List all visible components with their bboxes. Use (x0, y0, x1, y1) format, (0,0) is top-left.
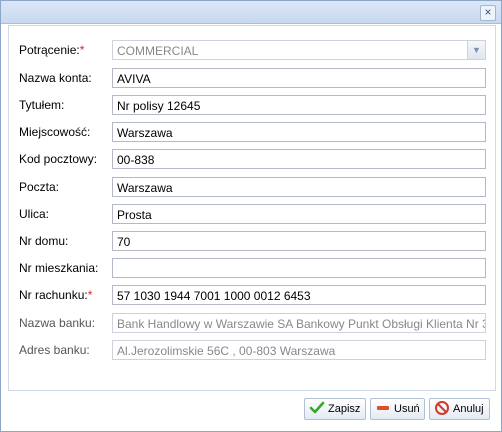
nazwa-banku-input: Bank Handlowy w Warszawie SA Bankowy Pun… (112, 313, 486, 333)
field-label: Nr rachunku:* (19, 288, 93, 302)
save-button[interactable]: Zapisz (304, 398, 366, 420)
form-row-poczta: Poczta: Warszawa (9, 177, 495, 199)
field-label: Nr mieszkania: (19, 261, 99, 275)
field-label: Potrącenie:* (19, 43, 85, 57)
nr-domu-input[interactable]: 70 (112, 231, 486, 251)
select-value: COMMERCIAL (117, 44, 199, 58)
form-row-potracenie: Potrącenie:* COMMERCIAL ▼ (9, 40, 495, 62)
form-row-adres-banku: Adres banku: Al.Jerozolimskie 56C , 00-8… (9, 340, 495, 362)
nr-rachunku-input[interactable]: 57 1030 1944 7001 1000 0012 6453 (112, 285, 486, 305)
form-row-nr-domu: Nr domu: 70 (9, 231, 495, 253)
form-row-kod-pocztowy: Kod pocztowy: 00-838 (9, 149, 495, 171)
dialog-footer: Zapisz Usuń Anuluj (8, 392, 494, 428)
field-label: Ulica: (19, 207, 50, 221)
cancel-icon (435, 401, 449, 416)
save-label: Zapisz (328, 403, 361, 415)
required-marker: * (79, 43, 85, 57)
field-label: Nazwa banku: (19, 316, 96, 330)
poczta-input[interactable]: Warszawa (112, 177, 486, 197)
form-row-nazwa-banku: Nazwa banku: Bank Handlowy w Warszawie S… (9, 313, 495, 335)
nazwa-konta-input[interactable]: AVIVA (112, 68, 486, 88)
form-row-ulica: Ulica: Prosta (9, 204, 495, 226)
minus-icon (377, 406, 389, 411)
nr-mieszkania-input[interactable] (112, 258, 486, 278)
ulica-input[interactable]: Prosta (112, 204, 486, 224)
adres-banku-input: Al.Jerozolimskie 56C , 00-803 Warszawa (112, 340, 486, 360)
field-label: Nr domu: (19, 234, 69, 248)
field-label: Nazwa konta: (19, 71, 92, 85)
cancel-button[interactable]: Anuluj (429, 398, 490, 420)
form-row-nr-mieszkania: Nr mieszkania: (9, 258, 495, 280)
cancel-label: Anuluj (453, 403, 484, 415)
chevron-down-icon[interactable]: ▼ (467, 41, 485, 59)
field-label: Miejscowość: (19, 125, 91, 139)
field-label: Adres banku: (19, 343, 90, 357)
potracenie-select[interactable]: COMMERCIAL ▼ (112, 40, 486, 60)
delete-label: Usuń (394, 403, 420, 415)
form-row-nazwa-konta: Nazwa konta: AVIVA (9, 68, 495, 90)
delete-button[interactable]: Usuń (370, 398, 425, 420)
check-icon (309, 401, 325, 414)
dialog-window: × Potrącenie:* COMMERCIAL ▼ Nazwa konta:… (0, 0, 502, 432)
required-marker: * (87, 288, 93, 302)
tytulem-input[interactable]: Nr polisy 12645 (112, 95, 486, 115)
form-row-tytulem: Tytułem: Nr polisy 12645 (9, 95, 495, 117)
miejscowosc-input[interactable]: Warszawa (112, 122, 486, 142)
form-row-miejscowosc: Miejscowość: Warszawa (9, 122, 495, 144)
field-label: Kod pocztowy: (19, 152, 98, 166)
field-label: Tytułem: (19, 98, 65, 112)
field-label: Poczta: (19, 180, 60, 194)
form-panel: Potrącenie:* COMMERCIAL ▼ Nazwa konta: A… (8, 25, 496, 391)
kod-pocztowy-input[interactable]: 00-838 (112, 149, 486, 169)
close-icon[interactable]: × (480, 5, 496, 21)
dialog-titlebar: × (1, 1, 501, 24)
form-row-nr-rachunku: Nr rachunku:* 57 1030 1944 7001 1000 001… (9, 285, 495, 307)
